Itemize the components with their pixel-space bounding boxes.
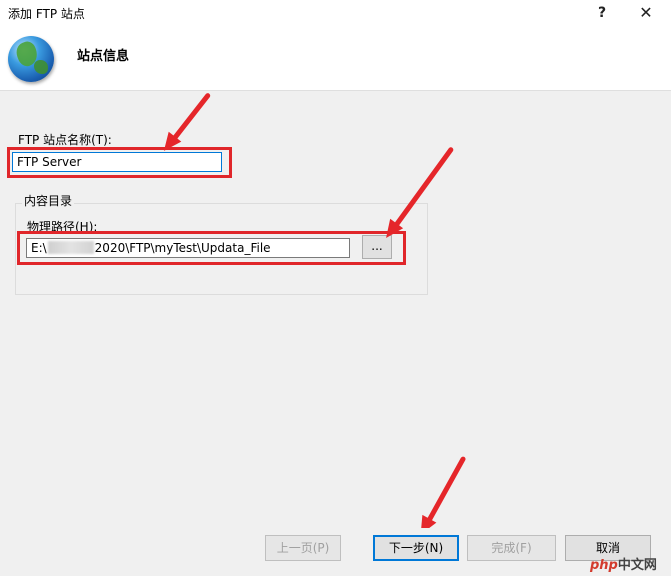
finish-button[interactable]: 完成(F) [467,535,556,561]
title-bar: 添加 FTP 站点 ? ✕ [0,0,671,26]
previous-button[interactable]: 上一页(P) [265,535,341,561]
window-title: 添加 FTP 站点 [8,7,85,21]
page-title: 站点信息 [77,49,130,64]
watermark: php中文网 [590,554,657,573]
annotation-box-path [17,231,406,265]
help-button[interactable]: ? [588,2,616,24]
annotation-arrow-1 [166,92,212,149]
close-button[interactable]: ✕ [632,2,660,24]
annotation-box-site-name [7,147,232,178]
watermark-php: php [590,558,618,573]
site-name-label: FTP 站点名称(T): [18,133,112,147]
next-button[interactable]: 下一步(N) [373,535,459,561]
content-directory-title: 内容目录 [22,192,75,209]
globe-icon [8,36,54,82]
watermark-text: 中文网 [617,558,657,573]
annotation-arrow-3 [421,455,467,531]
wizard-header: 站点信息 [0,26,671,91]
